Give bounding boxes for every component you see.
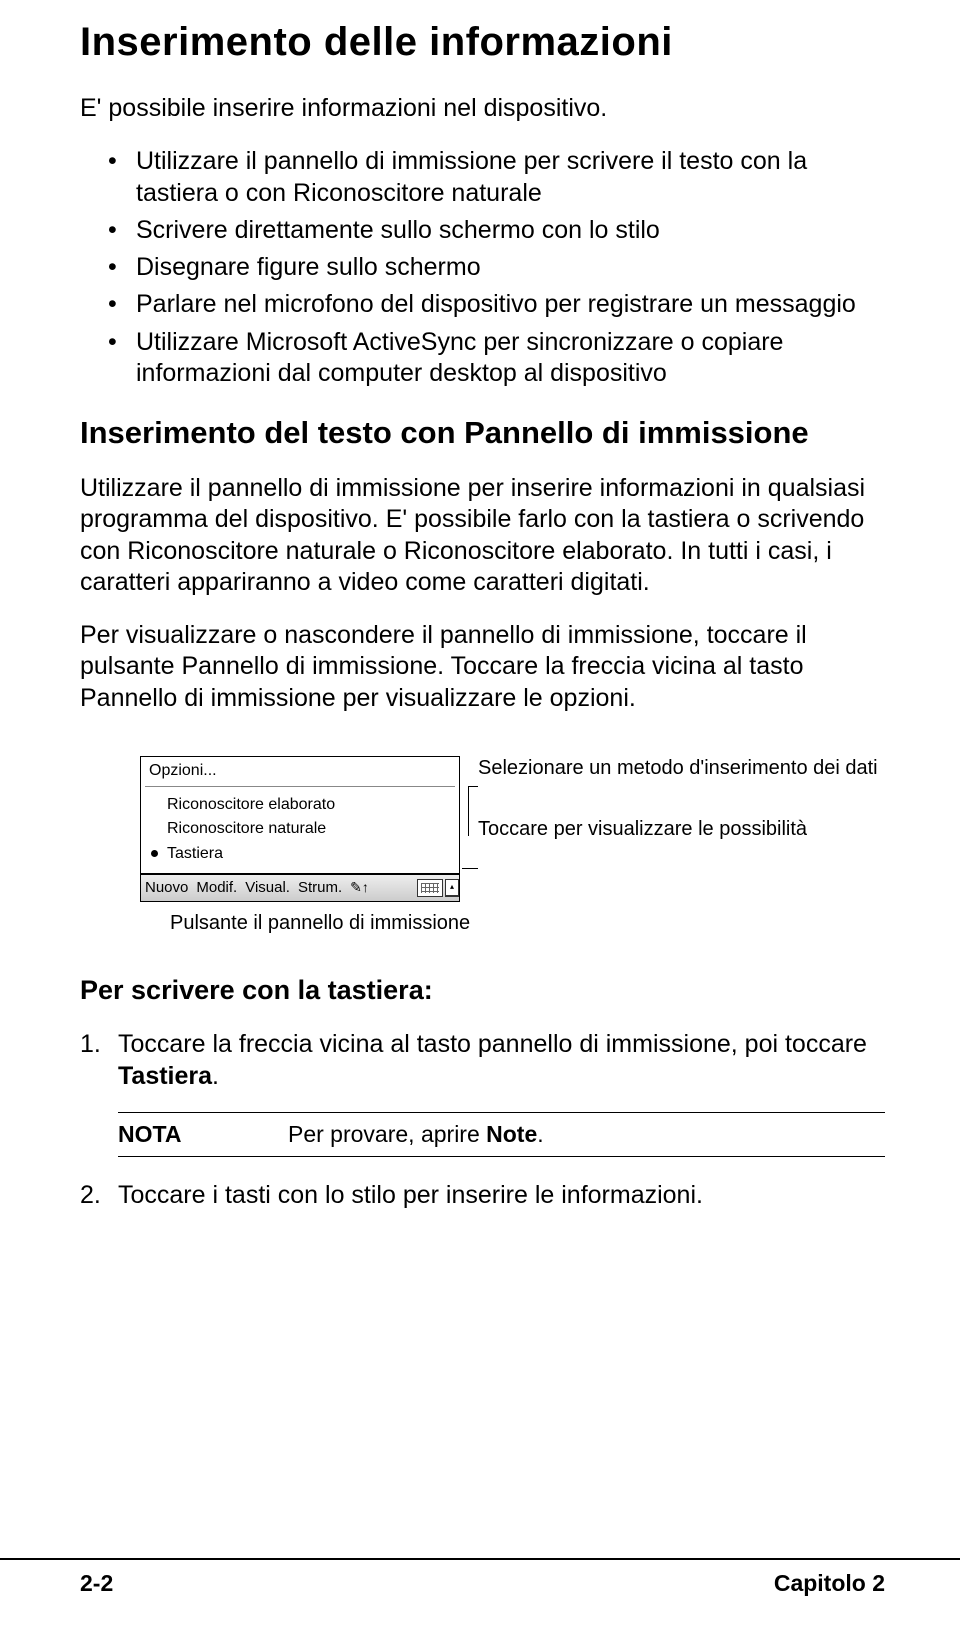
paragraph: Utilizzare il pannello di immissione per… [80, 473, 885, 598]
taskbar-button: Visual. [241, 879, 294, 896]
step-bold: Tastiera [118, 1062, 212, 1090]
taskbar-button: Nuovo [141, 879, 192, 896]
input-panel-arrow-icon: ▴ [445, 879, 459, 897]
bullet-item: Utilizzare Microsoft ActiveSync per sinc… [108, 327, 885, 390]
menu-item: Riconoscitore elaborato [145, 793, 455, 818]
figure: Opzioni... Riconoscitore elaborato Ricon… [80, 756, 885, 935]
callout-text: Selezionare un metodo d'inserimento dei … [478, 756, 885, 781]
screenshot-popup: Opzioni... Riconoscitore elaborato Ricon… [140, 756, 460, 902]
bullet-item: Disegnare figure sullo schermo [108, 252, 885, 283]
taskbar: Nuovo Modif. Visual. Strum. ✎↑ ▴ [140, 874, 460, 902]
bullet-item: Scrivere direttamente sullo schermo con … [108, 215, 885, 246]
stylus-up-icon: ✎↑ [346, 879, 373, 896]
callout-text: Toccare per visualizzare le possibilità [478, 817, 885, 842]
step-item: 2. Toccare i tasti con lo stilo per inse… [80, 1179, 885, 1211]
page-heading: Inserimento delle informazioni [80, 20, 885, 65]
section-heading: Inserimento del testo con Pannello di im… [80, 415, 885, 451]
page-number-left: 2-2 [80, 1570, 113, 1597]
note-box: NOTA Per provare, aprire Note. [118, 1112, 885, 1157]
subsection-heading: Per scrivere con la tastiera: [80, 975, 885, 1006]
paragraph: Per visualizzare o nascondere il pannell… [80, 620, 885, 714]
step-text: Toccare la freccia vicina al tasto panne… [118, 1030, 867, 1058]
note-bold: Note [486, 1121, 537, 1147]
step-item: 1. Toccare la freccia vicina al tasto pa… [80, 1028, 885, 1092]
bullet-item: Utilizzare il pannello di immissione per… [108, 146, 885, 209]
step-text-end: . [212, 1062, 219, 1090]
taskbar-button: Modif. [192, 879, 241, 896]
menu-item-options: Opzioni... [145, 759, 455, 784]
page-footer: 2-2 Capitolo 2 [0, 1558, 960, 1597]
steps-list: 1. Toccare la freccia vicina al tasto pa… [80, 1028, 885, 1092]
radio-dot-icon [151, 850, 158, 857]
note-text: Per provare, aprire Note. [288, 1121, 544, 1148]
bullet-item: Parlare nel microfono del dispositivo pe… [108, 289, 885, 320]
taskbar-button: Strum. [294, 879, 346, 896]
menu-item: Riconoscitore naturale [145, 817, 455, 842]
steps-list: 2. Toccare i tasti con lo stilo per inse… [80, 1179, 885, 1211]
note-label: NOTA [118, 1121, 288, 1148]
keyboard-icon [417, 879, 443, 897]
note-text-part: Per provare, aprire [288, 1121, 486, 1147]
menu-item-label: Tastiera [167, 845, 223, 862]
note-text-end: . [537, 1121, 543, 1147]
menu-item-selected: Tastiera [145, 842, 455, 867]
chapter-label: Capitolo 2 [774, 1570, 885, 1597]
step-text: Toccare i tasti con lo stilo per inserir… [118, 1181, 703, 1209]
figure-caption: Pulsante il pannello di immissione [170, 912, 885, 935]
bullet-list: Utilizzare il pannello di immissione per… [80, 146, 885, 389]
intro-text: E' possibile inserire informazioni nel d… [80, 93, 885, 124]
